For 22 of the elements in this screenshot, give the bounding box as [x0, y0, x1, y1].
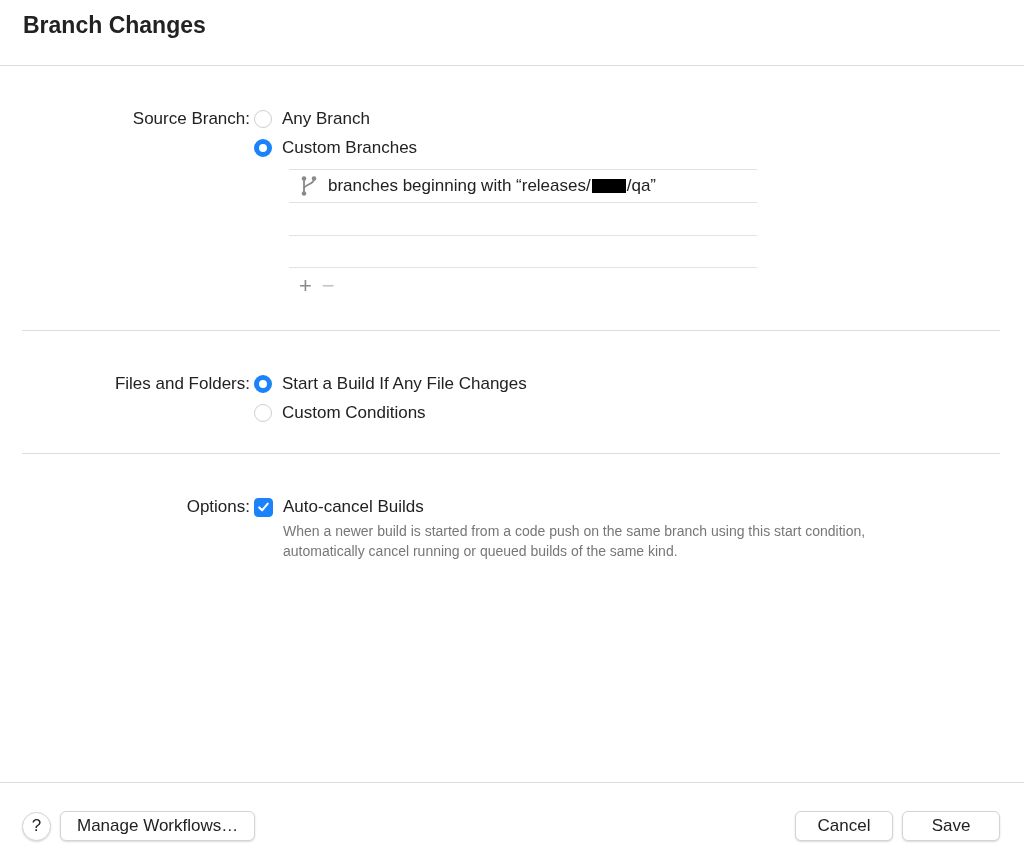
radio-button[interactable] [254, 110, 272, 128]
radio-button[interactable] [254, 139, 272, 157]
branch-rule-text: /qa” [626, 176, 656, 196]
radio-button[interactable] [254, 375, 272, 393]
option-label: Custom Conditions [282, 403, 426, 423]
option-label: Any Branch [282, 109, 370, 129]
section-label: Options: [185, 496, 251, 518]
option-label: Start a Build If Any File Changes [282, 374, 527, 394]
section-label: Files and Folders: [113, 373, 251, 395]
option-label: Auto-cancel Builds [283, 497, 424, 517]
help-button[interactable]: ? [22, 811, 51, 841]
checkbox[interactable] [254, 497, 273, 517]
save-button[interactable]: Save [902, 811, 1000, 841]
manage-button[interactable]: Manage Workflows… [60, 811, 256, 841]
cancel-button[interactable]: Cancel [795, 811, 893, 841]
option-description: When a newer build is started from a code push on the same branch using this start condition, automatically cancel running or queued builds of the same kind. [283, 522, 867, 561]
radio-button[interactable] [254, 404, 272, 422]
window-title: Branch Changes [23, 12, 206, 39]
section-label: Source Branch: [131, 108, 251, 130]
branch-icon [299, 175, 319, 197]
branch-rule-text: branches beginning with “releases/ [328, 176, 591, 196]
option-label: Custom Branches [282, 138, 418, 158]
